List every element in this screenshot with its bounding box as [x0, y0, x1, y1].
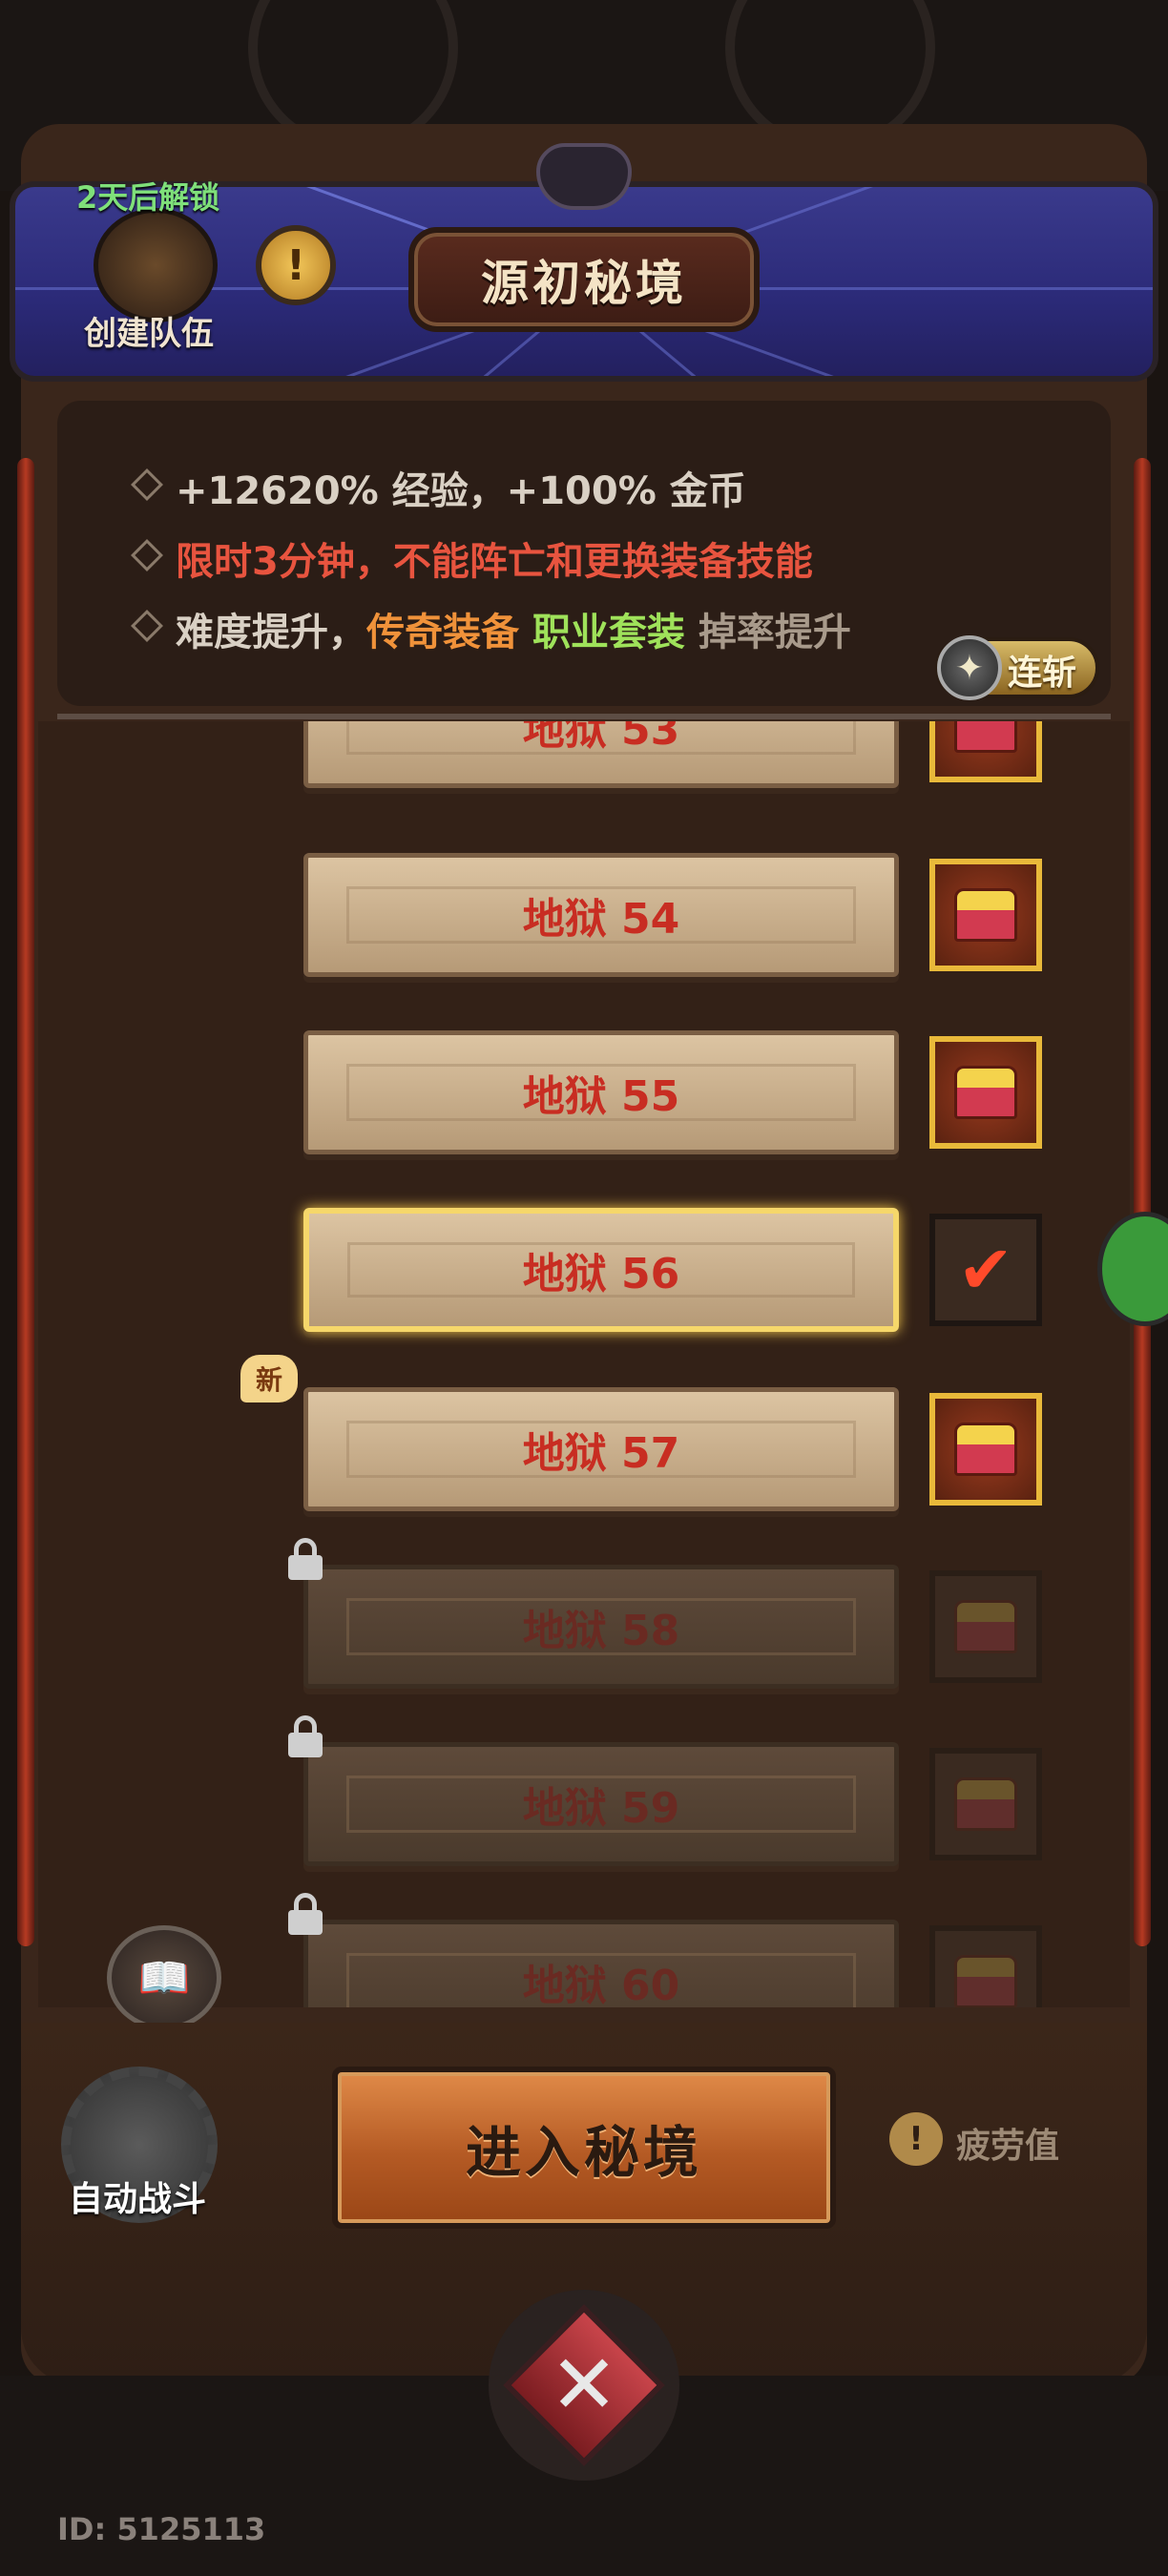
rule-line: 限时3分钟，不能阵亡和更换装备技能: [176, 540, 813, 584]
book-icon[interactable]: 📖: [107, 1925, 221, 2030]
level-button: 地狱 59: [303, 1742, 899, 1866]
level-label: 地狱 53: [522, 721, 680, 755]
lock-body: [288, 1910, 323, 1935]
combo-star-icon: ✦: [937, 635, 1002, 700]
enter-dungeon-button[interactable]: 进入秘境: [332, 2067, 836, 2229]
right-rail: [1134, 458, 1151, 1946]
level-label: 地狱 56: [522, 1250, 680, 1298]
auto-battle-label[interactable]: 自动战斗: [69, 2171, 206, 2221]
level-button[interactable]: 地狱 53: [303, 721, 899, 788]
level-button[interactable]: 地狱 56: [303, 1208, 899, 1332]
page-title: 源初秘境: [408, 227, 760, 332]
fatigue-alert-icon[interactable]: !: [889, 2112, 943, 2166]
level-button[interactable]: 地狱 55: [303, 1030, 899, 1154]
skull-ornament-icon: [536, 143, 632, 210]
reward-chest-icon: [929, 1748, 1042, 1860]
reward-chest-icon: [929, 1570, 1042, 1683]
reward-chest-icon[interactable]: [929, 859, 1042, 971]
new-badge: 新: [240, 1355, 298, 1402]
reward-chest-icon[interactable]: [929, 1036, 1042, 1149]
drop-rate-prefix: 难度提升，: [176, 611, 366, 654]
info-alert-icon[interactable]: !: [256, 225, 336, 305]
chest-icon: [954, 888, 1017, 942]
reward-chest-icon: [929, 1925, 1042, 2007]
level-label: 地狱 58: [522, 1607, 680, 1655]
level-label: 地狱 59: [522, 1784, 680, 1833]
chest-icon: [954, 1423, 1017, 1476]
chest-icon: [954, 1777, 1017, 1831]
combo-label: 连斩: [1008, 654, 1077, 693]
user-id: ID: 5125113: [57, 2511, 266, 2547]
level-label: 地狱 54: [522, 895, 680, 944]
reward-chest-icon[interactable]: [929, 721, 1042, 782]
create-team-label: 创建队伍: [84, 315, 214, 353]
lock-icon: [288, 1538, 323, 1580]
drop-rate-space: [519, 611, 532, 654]
create-team-button[interactable]: [94, 208, 218, 322]
drop-rate-suffix: 掉率提升: [684, 611, 851, 654]
legend-gear-text: 传奇装备: [366, 611, 519, 654]
chest-icon: [954, 721, 1017, 753]
fatigue-label[interactable]: 疲劳值: [956, 2118, 1059, 2168]
drop-rate-line: 难度提升，传奇装备 职业套装 掉率提升: [176, 601, 851, 656]
team-unlock-timer: 2天后解锁: [76, 179, 220, 216]
lock-icon: [288, 1715, 323, 1757]
reward-claimed-icon[interactable]: ✔: [929, 1214, 1042, 1326]
level-button: 地狱 60: [303, 1920, 899, 2007]
level-label: 地狱 57: [522, 1429, 680, 1478]
class-set-text: 职业套装: [532, 611, 685, 654]
chest-icon: [954, 1600, 1017, 1653]
level-list[interactable]: 地狱 53 地狱 54 地狱 55 地狱 56 ✔ 地狱 57 地狱 58 地狱 59 地狱 6…: [38, 721, 1130, 2007]
left-rail: [17, 458, 34, 1946]
divider: [57, 714, 1111, 719]
bonus-line: +12620% 经验，+100% 金币: [176, 469, 746, 513]
level-label: 地狱 55: [522, 1072, 680, 1121]
reward-chest-icon[interactable]: [929, 1393, 1042, 1506]
lock-body: [288, 1733, 323, 1757]
chest-icon: [954, 1066, 1017, 1119]
level-label: 地狱 60: [522, 1962, 680, 2007]
checkmark-icon: ✔: [957, 1231, 1014, 1309]
level-button[interactable]: 地狱 54: [303, 853, 899, 977]
chest-icon: [954, 1955, 1017, 2007]
level-button[interactable]: 地狱 57: [303, 1387, 899, 1511]
level-button: 地狱 58: [303, 1565, 899, 1689]
lock-icon: [288, 1893, 323, 1935]
lock-body: [288, 1555, 323, 1580]
close-glyph: ✕: [549, 2337, 619, 2433]
